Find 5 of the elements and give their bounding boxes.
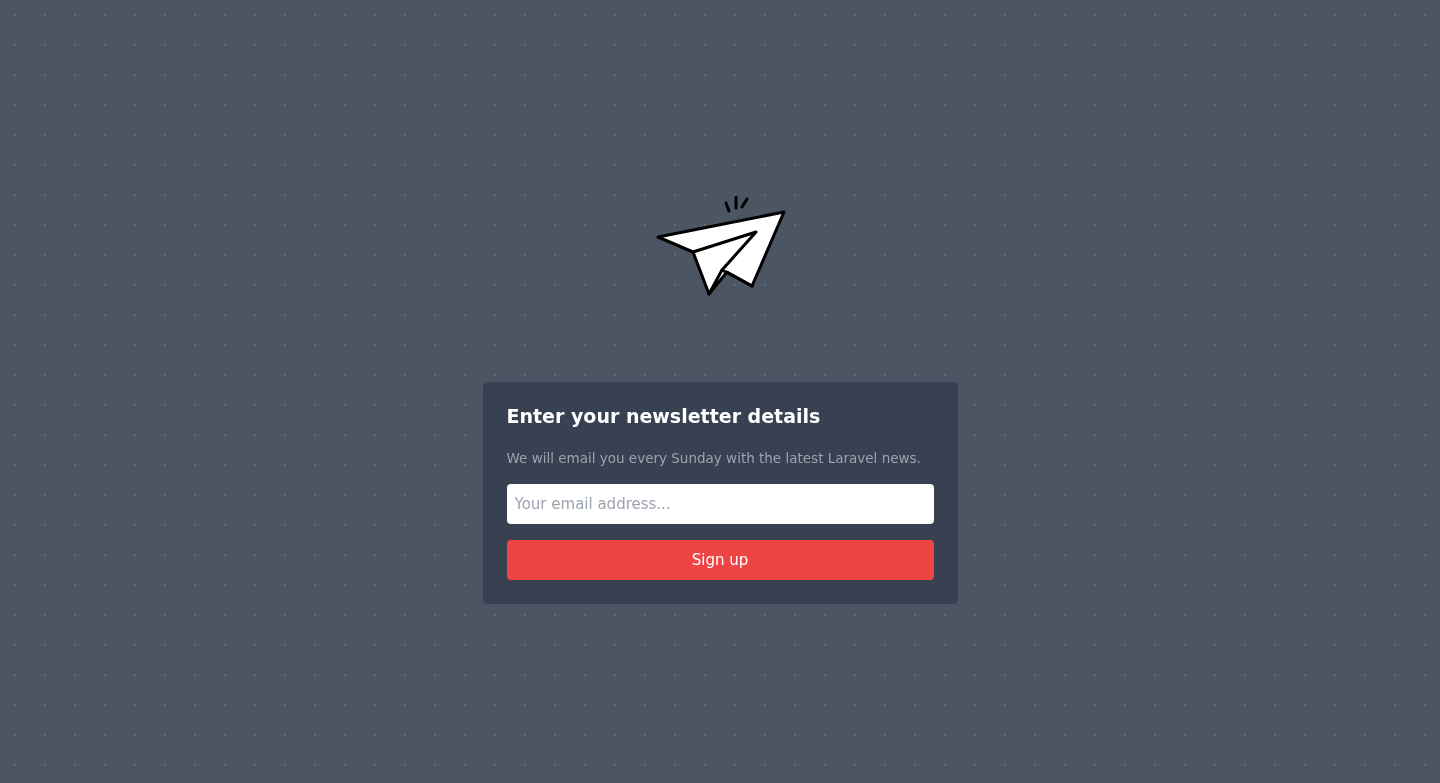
paper-plane-icon: [656, 194, 788, 298]
card-description: We will email you every Sunday with the latest Laravel news.: [506, 449, 922, 468]
email-field[interactable]: Your email address...: [506, 484, 934, 524]
sign-up-button[interactable]: Sign up: [506, 540, 934, 580]
card-title: Enter your newsletter details: [506, 404, 822, 429]
